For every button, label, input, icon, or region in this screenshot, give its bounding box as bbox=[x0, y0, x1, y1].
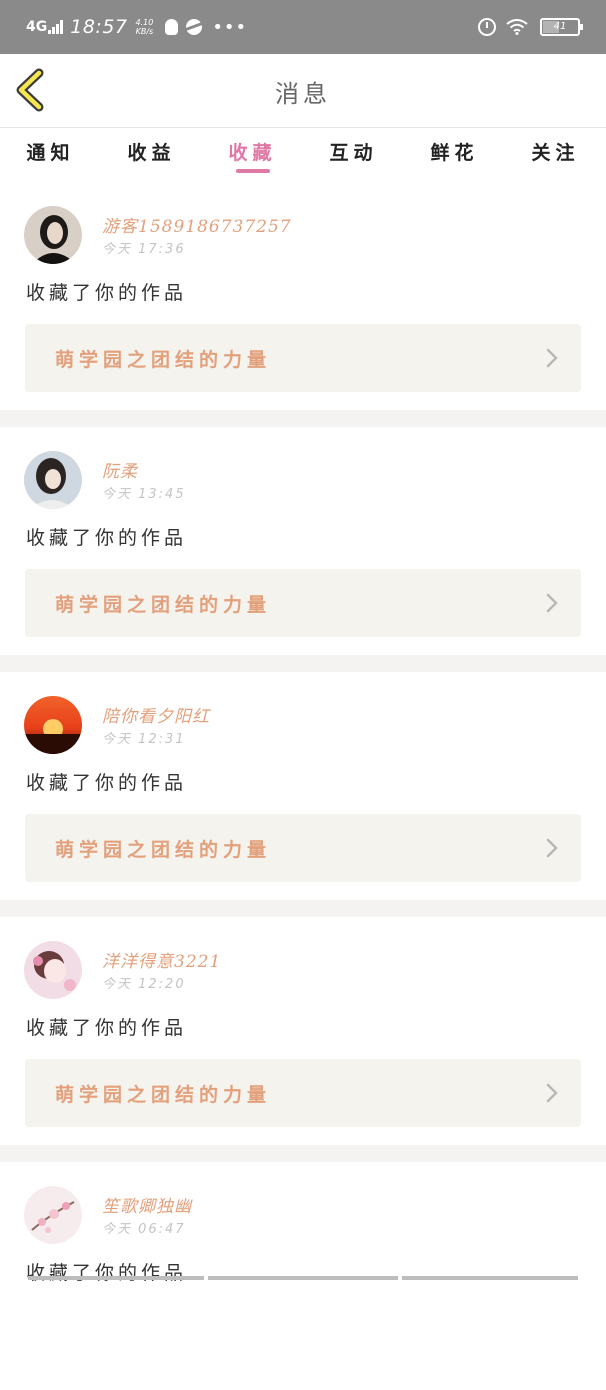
network-speed-unit: KB/s bbox=[135, 27, 154, 36]
message-time: 今天 13:45 bbox=[102, 487, 186, 502]
message-time: 今天 17:36 bbox=[102, 242, 186, 257]
avatar[interactable] bbox=[24, 206, 82, 264]
status-time: 18:57 bbox=[70, 16, 128, 38]
work-title: 萌学园之团结的力量 bbox=[55, 1084, 272, 1106]
username[interactable]: 阮柔 bbox=[102, 457, 138, 482]
username[interactable]: 陪你看夕阳红 bbox=[102, 702, 210, 727]
avatar-image bbox=[24, 696, 82, 754]
tab-underline bbox=[235, 169, 270, 173]
signal-icon bbox=[48, 20, 64, 34]
status-left: 4G 18:57 4.10 KB/s ••• bbox=[26, 14, 247, 40]
tab-earnings[interactable]: 收益 bbox=[101, 128, 202, 182]
battery-icon: 41 bbox=[540, 18, 583, 36]
message-time: 今天 12:20 bbox=[102, 977, 186, 992]
tab-label: 通知 bbox=[26, 142, 75, 164]
message-time: 今天 12:31 bbox=[102, 732, 186, 747]
tab-favorites[interactable]: 收藏 bbox=[202, 128, 303, 182]
work-link[interactable]: 萌学园之团结的力量 bbox=[25, 569, 581, 637]
network-speed: 4.10 KB/s bbox=[136, 18, 154, 36]
avatar[interactable] bbox=[24, 451, 82, 509]
more-notifications-icon: ••• bbox=[212, 16, 248, 38]
message-time: 今天 06:47 bbox=[102, 1222, 186, 1237]
work-link[interactable]: 萌学园之团结的力量 bbox=[25, 1059, 581, 1127]
action-text: 收藏了你的作品 bbox=[26, 1017, 188, 1039]
tab-label: 收藏 bbox=[228, 142, 277, 164]
avatar-image bbox=[24, 1186, 82, 1244]
message-card: 游客15891867372​57 今天 17:36 收藏了你的作品 萌学园之团结… bbox=[0, 182, 606, 410]
avatar-image bbox=[24, 206, 82, 264]
action-text: 收藏了你的作品 bbox=[26, 527, 188, 549]
work-link[interactable]: 萌学园之团结的力量 bbox=[25, 814, 581, 882]
status-bar: 4G 18:57 4.10 KB/s ••• 41 bbox=[0, 0, 606, 54]
tab-notifications[interactable]: 通知 bbox=[0, 128, 101, 182]
alarm-icon bbox=[478, 18, 496, 36]
browser-icon bbox=[186, 19, 203, 35]
network-speed-value: 4.10 bbox=[135, 18, 154, 27]
tab-follows[interactable]: 关注 bbox=[505, 128, 606, 182]
chevron-right-icon bbox=[546, 593, 558, 613]
nav-hint-bar bbox=[28, 1276, 204, 1280]
message-card: 洋洋得意3221 今天 12:20 收藏了你的作品 萌学园之团结的力量 bbox=[0, 917, 606, 1145]
username[interactable]: 游客15891867372​57 bbox=[102, 212, 292, 237]
action-text: 收藏了你的作品 bbox=[26, 1262, 188, 1284]
action-text: 收藏了你的作品 bbox=[26, 772, 188, 794]
tab-label: 关注 bbox=[531, 142, 580, 164]
avatar-image bbox=[24, 941, 82, 999]
chevron-right-icon bbox=[546, 838, 558, 858]
message-card: 陪你看夕阳红 今天 12:31 收藏了你的作品 萌学园之团结的力量 bbox=[0, 672, 606, 900]
tab-label: 鲜花 bbox=[430, 142, 479, 164]
qq-icon bbox=[165, 19, 179, 35]
avatar-image bbox=[24, 451, 82, 509]
battery-level: 41 bbox=[553, 21, 567, 32]
work-title: 萌学园之团结的力量 bbox=[55, 349, 272, 371]
tab-label: 收益 bbox=[127, 142, 176, 164]
message-card: 阮柔 今天 13:45 收藏了你的作品 萌学园之团结的力量 bbox=[0, 427, 606, 655]
action-text: 收藏了你的作品 bbox=[26, 282, 188, 304]
tab-label: 互动 bbox=[329, 142, 378, 164]
nav-hint-bar bbox=[208, 1276, 398, 1280]
status-right: 41 bbox=[478, 14, 583, 40]
work-link[interactable]: 萌学园之团结的力量 bbox=[25, 324, 581, 392]
avatar[interactable] bbox=[24, 1186, 82, 1244]
page-title: 消息 bbox=[275, 80, 331, 108]
work-title: 萌学园之团结的力量 bbox=[55, 594, 272, 616]
tab-bar: 通知 收益 收藏 互动 鲜花 关注 bbox=[0, 128, 606, 182]
avatar[interactable] bbox=[24, 941, 82, 999]
username[interactable]: 洋洋得意3221 bbox=[102, 947, 221, 972]
chevron-right-icon bbox=[546, 1083, 558, 1103]
username[interactable]: 笙歌卿独幽 bbox=[102, 1192, 192, 1217]
nav-hint-bar bbox=[402, 1276, 578, 1280]
work-title: 萌学园之团结的力量 bbox=[55, 839, 272, 861]
wifi-icon bbox=[506, 19, 528, 35]
nav-bar: 消息 bbox=[0, 54, 606, 128]
avatar[interactable] bbox=[24, 696, 82, 754]
network-type: 4G bbox=[26, 19, 48, 35]
tab-interactions[interactable]: 互动 bbox=[303, 128, 404, 182]
tab-flowers[interactable]: 鲜花 bbox=[404, 128, 505, 182]
chevron-right-icon bbox=[546, 348, 558, 368]
